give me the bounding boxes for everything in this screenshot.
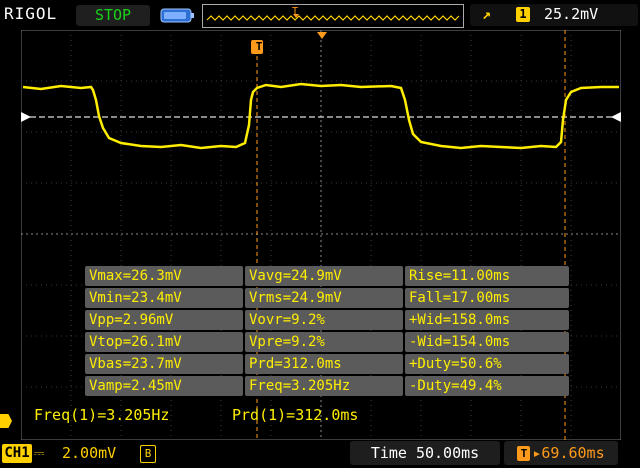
- measurement-cell: Vavg=24.9mV: [245, 266, 403, 286]
- frequency-counter: Freq(1)=3.205Hz: [34, 406, 170, 424]
- memory-waveform-preview: T: [206, 6, 460, 21]
- channel1-level-marker: [0, 414, 12, 428]
- measurement-cell: -Duty=49.4%: [405, 376, 569, 396]
- measurement-cell: Vpp=2.96mV: [85, 310, 243, 330]
- trigger-offset-value: 69.60ms: [541, 444, 605, 462]
- measurement-cell: Vmin=23.4mV: [85, 288, 243, 308]
- measurement-cell: +Wid=158.0ms: [405, 310, 569, 330]
- measurement-cell: Rise=11.00ms: [405, 266, 569, 286]
- measurement-cell: Freq=3.205Hz: [245, 376, 403, 396]
- dc-coupling-icon: ⎓: [34, 446, 45, 461]
- measurement-cell: +Duty=50.6%: [405, 354, 569, 374]
- timebase-setting[interactable]: Time 50.00ms: [350, 441, 500, 465]
- rising-edge-icon: ↗: [482, 5, 492, 23]
- measurement-row: Vmin=23.4mV Vrms=24.9mV Fall=17.00ms: [84, 287, 570, 309]
- measurement-cell: Vpre=9.2%: [245, 332, 403, 352]
- vertical-scale[interactable]: 2.00mV: [62, 444, 116, 462]
- bandwidth-limit-badge: B: [140, 445, 156, 463]
- trigger-offset-setting[interactable]: T ▸69.60ms: [504, 441, 618, 465]
- measurement-table: Vmax=26.3mV Vavg=24.9mV Rise=11.00ms Vmi…: [84, 265, 570, 397]
- trigger-position-label: T: [255, 40, 263, 53]
- measurement-row: Vpp=2.96mV Vovr=9.2% +Wid=158.0ms: [84, 309, 570, 331]
- usb-storage-icon: [160, 8, 194, 23]
- trigger-offset-icon: T: [517, 446, 531, 461]
- trigger-level: 25.2mV: [544, 5, 599, 23]
- measurement-row: Vmax=26.3mV Vavg=24.9mV Rise=11.00ms: [84, 265, 570, 287]
- measurement-cell: Vtop=26.1mV: [85, 332, 243, 352]
- measurement-row: Vamp=2.45mV Freq=3.205Hz -Duty=49.4%: [84, 375, 570, 397]
- measurement-cell: Vmax=26.3mV: [85, 266, 243, 286]
- trigger-source-badge: 1: [516, 7, 530, 22]
- measurement-cell: -Wid=154.0ms: [405, 332, 569, 352]
- measurement-cell: Vrms=24.9mV: [245, 288, 403, 308]
- measurement-cell: Vovr=9.2%: [245, 310, 403, 330]
- measurement-cell: Fall=17.00ms: [405, 288, 569, 308]
- period-counter: Prd(1)=312.0ms: [232, 406, 359, 424]
- run-stop-status[interactable]: STOP: [76, 5, 150, 26]
- measurement-row: Vtop=26.1mV Vpre=9.2% -Wid=154.0ms: [84, 331, 570, 353]
- brand-logo: RIGOL: [4, 4, 58, 23]
- measurement-cell: Vbas=23.7mV: [85, 354, 243, 374]
- measurement-row: Vbas=23.7mV Prd=312.0ms +Duty=50.6%: [84, 353, 570, 375]
- measurement-cell: Prd=312.0ms: [245, 354, 403, 374]
- measurement-cell: Vamp=2.45mV: [85, 376, 243, 396]
- channel1-badge[interactable]: CH1: [2, 444, 32, 463]
- memory-position-bar[interactable]: T: [202, 4, 464, 28]
